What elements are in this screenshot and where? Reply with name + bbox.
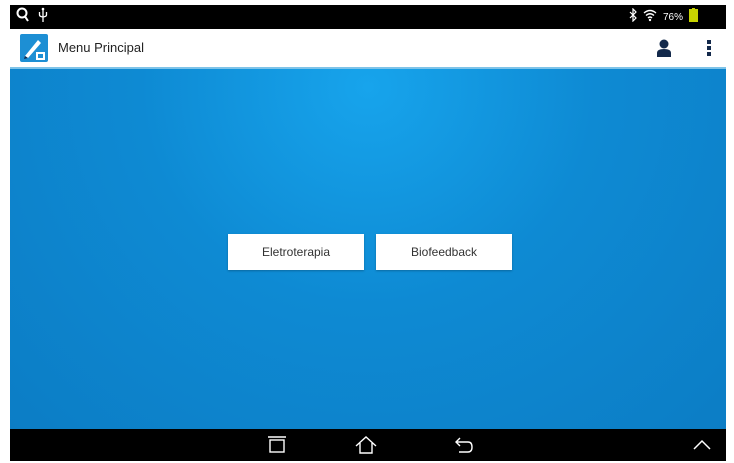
search-icon [16,7,30,28]
status-bar-left [16,7,48,28]
account-icon[interactable] [656,38,672,58]
back-icon[interactable] [450,433,478,457]
eletroterapia-button[interactable]: Eletroterapia [228,234,364,270]
battery-icon [689,8,698,27]
bluetooth-icon [629,7,637,27]
page-title: Menu Principal [58,40,144,55]
app-bar: Menu Principal [10,29,726,69]
status-bar-right: 76% [629,7,698,27]
home-icon[interactable] [352,433,380,457]
overflow-menu-icon[interactable] [706,38,712,58]
app-logo-icon [20,34,48,62]
battery-percent: 76% [662,12,683,23]
tablet-screen: 76% Menu Principal Eletroterapia Biofeed… [10,5,726,461]
main-content: Eletroterapia Biofeedback [10,69,726,429]
biofeedback-button[interactable]: Biofeedback [376,234,512,270]
usb-icon [38,7,48,28]
navigation-bar [10,429,726,461]
status-bar: 76% [10,5,726,29]
chevron-up-icon[interactable] [688,433,716,457]
recent-apps-icon[interactable] [263,433,291,457]
wifi-icon [643,8,657,27]
